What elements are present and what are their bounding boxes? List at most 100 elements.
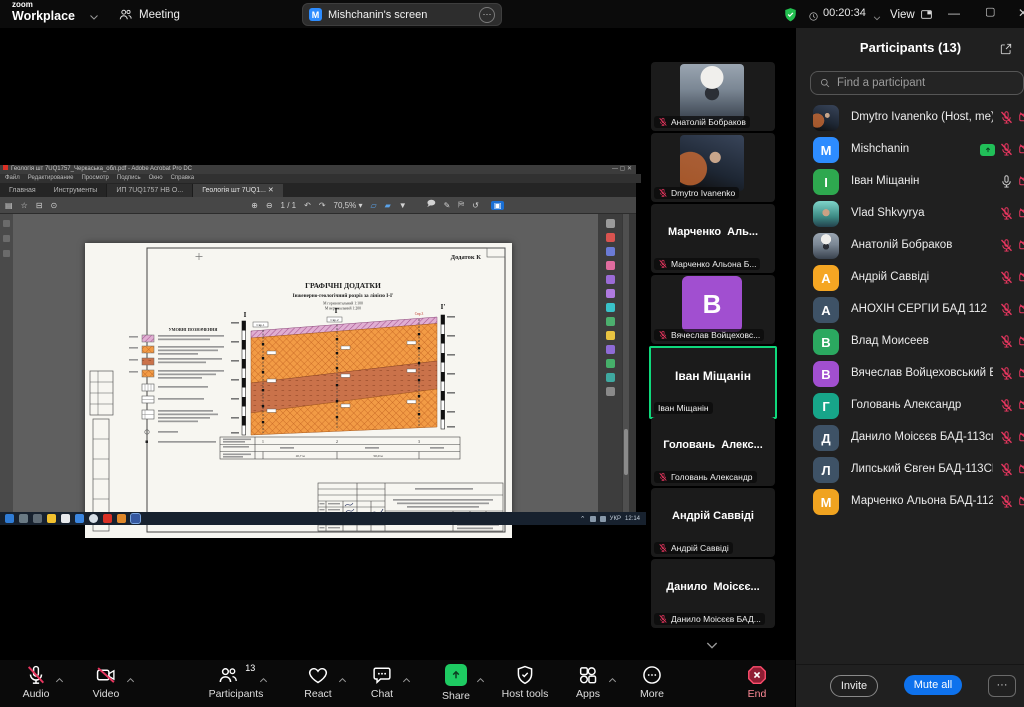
- tab-home[interactable]: Главная: [0, 184, 45, 197]
- rail-organize-pages-icon[interactable]: [606, 303, 615, 312]
- video-tile[interactable]: Андрій Саввіді Андрій Саввіді: [651, 488, 775, 557]
- video-tile[interactable]: Анатолій Бобраков: [651, 62, 775, 131]
- rail-protect-icon[interactable]: [606, 331, 615, 340]
- rail-stamp-icon[interactable]: [606, 345, 615, 354]
- file-explorer-icon[interactable]: [47, 514, 56, 523]
- end-button[interactable]: End: [722, 664, 792, 700]
- video-tile[interactable]: В Вячеслав Войцеховс...: [651, 275, 775, 344]
- video-tile-active-speaker[interactable]: Іван Міщанін Іван Міщанін: [649, 346, 777, 419]
- chrome-icon[interactable]: [89, 514, 98, 523]
- start-button[interactable]: [5, 514, 14, 523]
- popout-icon[interactable]: [999, 40, 1013, 58]
- menu-edit[interactable]: Редактирование: [28, 174, 74, 183]
- panel-more-button[interactable]: ···: [988, 675, 1016, 697]
- tab-meeting[interactable]: Meeting: [118, 6, 180, 24]
- more-videos-chevron-icon[interactable]: [701, 636, 723, 654]
- rail-comment-icon[interactable]: [606, 275, 615, 284]
- document-app-icon[interactable]: [61, 514, 70, 523]
- rail-search-icon[interactable]: [606, 219, 615, 228]
- rail-export-pdf-icon[interactable]: [606, 233, 615, 242]
- video-tile[interactable]: Данило Моісєє... Данило Моісєєв БАД...: [651, 559, 775, 628]
- page-up-icon[interactable]: ⊕: [251, 201, 258, 210]
- invite-button[interactable]: Invite: [830, 675, 878, 697]
- participant-row[interactable]: А Андрій Саввіді: [796, 262, 1024, 294]
- video-tile[interactable]: Марченко Аль... Марченко Альона Б...: [651, 204, 775, 273]
- menu-sign[interactable]: Подпись: [117, 174, 141, 183]
- find-icon[interactable]: ⊙: [50, 201, 57, 210]
- pencil-icon[interactable]: ✎: [444, 201, 451, 210]
- adobe-reader-icon[interactable]: [103, 514, 112, 523]
- save-icon[interactable]: ▤: [5, 201, 13, 210]
- thumbnails-icon[interactable]: [3, 220, 10, 227]
- system-tray[interactable]: ⌃ УКР 12:14: [580, 515, 646, 523]
- participant-row[interactable]: Л Липський Євген БАД-113СП: [796, 454, 1024, 486]
- filter-icon[interactable]: ▼: [399, 201, 407, 210]
- sign-in-icon[interactable]: ▣: [491, 201, 505, 210]
- comment-icon[interactable]: 🗩: [427, 198, 436, 212]
- share-banner[interactable]: M Mishchanin's screen ···: [302, 3, 502, 26]
- menu-window[interactable]: Окно: [149, 174, 163, 183]
- participant-row[interactable]: M Mishchanin: [796, 134, 1024, 166]
- chat-options-chevron-icon[interactable]: [401, 672, 412, 690]
- minimize-button[interactable]: —: [948, 6, 960, 20]
- participant-row[interactable]: В Влад Моисеев: [796, 326, 1024, 358]
- participant-row[interactable]: Анатолій Бобраков: [796, 230, 1024, 262]
- participant-row[interactable]: В Вячеслав Войцеховський БАД-1...: [796, 358, 1024, 390]
- task-view-icon[interactable]: [33, 514, 42, 523]
- app-orange-icon[interactable]: [117, 514, 126, 523]
- timer-chevron-icon[interactable]: [872, 9, 882, 27]
- audio-options-chevron-icon[interactable]: [54, 672, 65, 690]
- zoom-level[interactable]: 70,5% ▾: [334, 201, 363, 210]
- share-options-chevron-icon[interactable]: [475, 672, 486, 690]
- print-icon[interactable]: ⊟: [36, 201, 43, 210]
- participant-row[interactable]: Vlad Shkvyrya: [796, 198, 1024, 230]
- attachments-icon[interactable]: [3, 250, 10, 257]
- tab-document-2-active[interactable]: Геологія шт 7UQ1... ✕: [192, 184, 283, 197]
- stamp-icon[interactable]: ⛿: [458, 200, 464, 210]
- history-icon[interactable]: ↺: [472, 201, 479, 210]
- share-banner-more-icon[interactable]: ···: [479, 7, 495, 23]
- participant-row[interactable]: Д Данило Моісєєв БАД-113сп: [796, 422, 1024, 454]
- participant-row[interactable]: І Іван Міщанін: [796, 166, 1024, 198]
- maximize-button[interactable]: ▢: [985, 5, 995, 18]
- more-button[interactable]: More: [617, 664, 687, 700]
- participant-row[interactable]: Dmytro Ivanenko (Host, me): [796, 102, 1024, 134]
- rail-measure-icon[interactable]: [606, 359, 615, 368]
- acrobat-taskbar-active-icon[interactable]: [131, 514, 140, 523]
- acrobat-scrollbar[interactable]: [623, 214, 629, 512]
- tab-document-1[interactable]: ИП 7UQ1757 НВ О...: [106, 184, 192, 197]
- bookmarks-icon[interactable]: [3, 235, 10, 242]
- tab-tools[interactable]: Инструменты: [45, 184, 107, 197]
- participant-row[interactable]: М Марченко Альона БАД-112: [796, 486, 1024, 518]
- page-view-icon[interactable]: ▱: [370, 201, 376, 210]
- rail-fill-sign-icon[interactable]: [606, 289, 615, 298]
- host-tools-button[interactable]: Host tools: [490, 664, 560, 700]
- page-fit-icon[interactable]: ▰: [385, 201, 391, 210]
- menu-file[interactable]: Файл: [5, 174, 20, 183]
- redo-icon[interactable]: ↷: [319, 201, 326, 210]
- browser-icon[interactable]: [75, 514, 84, 523]
- workspace-chevron-icon[interactable]: [88, 8, 100, 26]
- rail-edit-pdf-icon[interactable]: [606, 261, 615, 270]
- rail-create-pdf-icon[interactable]: [606, 247, 615, 256]
- rail-more-tools-icon[interactable]: [606, 387, 615, 396]
- star-icon[interactable]: ☆: [21, 201, 28, 210]
- participant-row[interactable]: Г Головань Александр: [796, 390, 1024, 422]
- video-tile[interactable]: Dmytro Ivanenko: [651, 133, 775, 202]
- taskbar-search-icon[interactable]: [19, 514, 28, 523]
- undo-icon[interactable]: ↶: [304, 201, 311, 210]
- video-tile[interactable]: Головань Алекс... Головань Александр: [651, 417, 775, 486]
- security-shield-icon[interactable]: [783, 6, 798, 24]
- participant-row[interactable]: А АНОХІН СЕРГІЙ БАД 112: [796, 294, 1024, 326]
- close-button[interactable]: ✕: [1018, 6, 1024, 20]
- video-options-chevron-icon[interactable]: [125, 672, 136, 690]
- menu-help[interactable]: Справка: [171, 174, 195, 183]
- rail-accessibility-icon[interactable]: [606, 373, 615, 382]
- menu-view[interactable]: Просмотр: [81, 174, 108, 183]
- view-button[interactable]: View: [890, 6, 933, 24]
- participants-options-chevron-icon[interactable]: [258, 672, 269, 690]
- page-down-icon[interactable]: ⊖: [266, 201, 273, 210]
- search-input[interactable]: Find a participant: [810, 71, 1024, 95]
- rail-compress-icon[interactable]: [606, 317, 615, 326]
- mute-all-button[interactable]: Mute all: [904, 675, 962, 695]
